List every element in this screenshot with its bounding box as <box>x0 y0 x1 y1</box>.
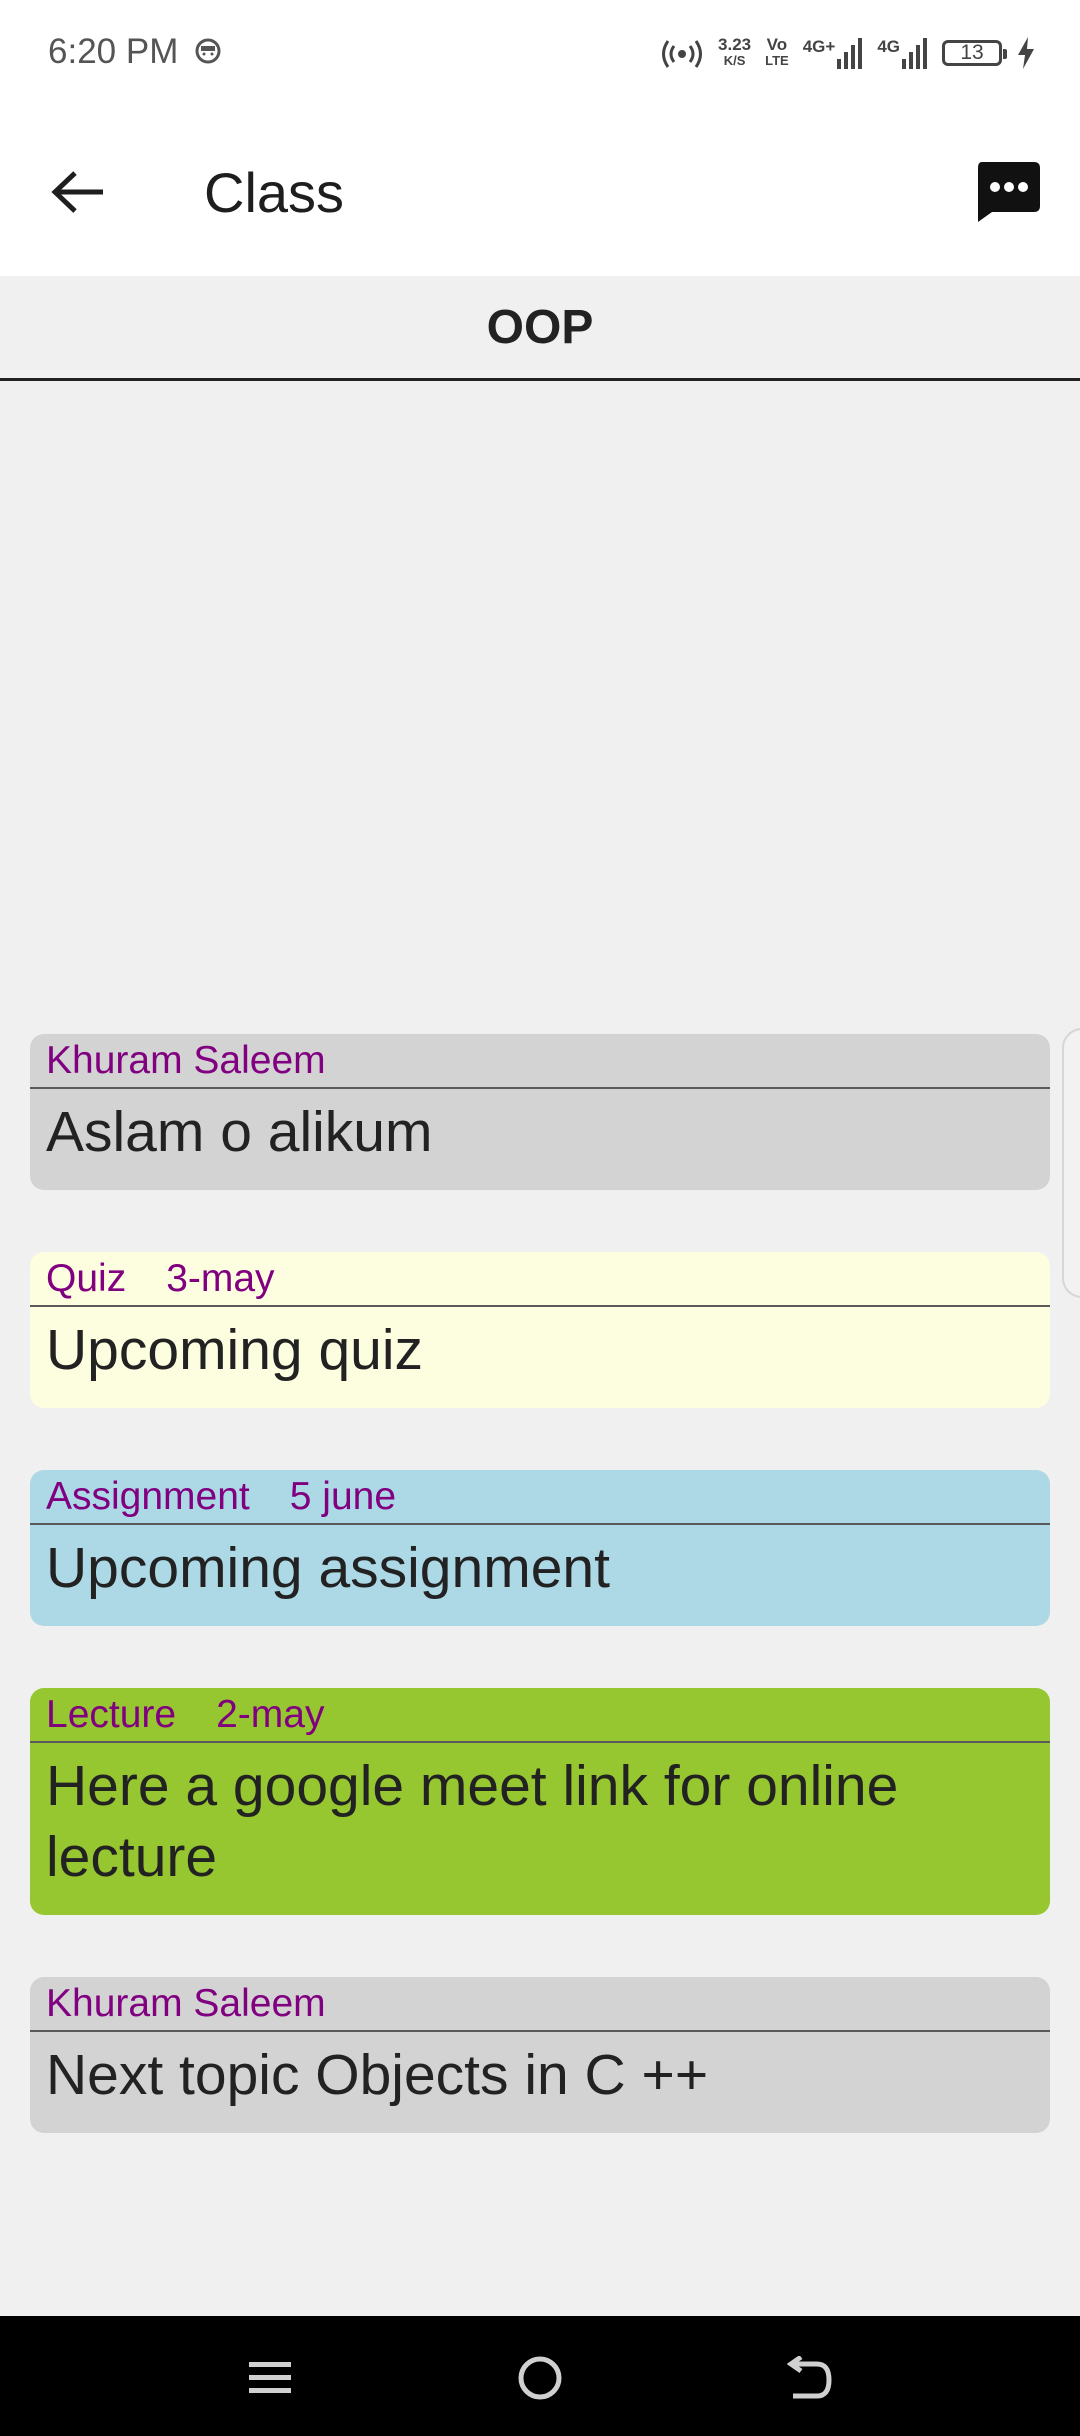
page-title: Class <box>204 161 345 224</box>
post-card[interactable]: Khuram Saleem Next topic Objects in C ++ <box>30 1977 1050 2133</box>
edge-panel-handle[interactable] <box>1062 1028 1080 1298</box>
status-bar: 6:20 PM 3.23 K/S Vo LTE 4G+ 4G 13 <box>0 0 1080 110</box>
post-message: Next topic Objects in C ++ <box>46 2043 709 2107</box>
post-date: 3-may <box>166 1256 275 1300</box>
menu-icon <box>249 2362 291 2393</box>
post-header: Quiz 3-may <box>30 1252 1050 1307</box>
menu-button[interactable] <box>238 2346 302 2410</box>
home-button[interactable] <box>508 2346 572 2410</box>
signal-bars-icon <box>837 38 863 69</box>
status-icons: 3.23 K/S Vo LTE 4G+ 4G 13 <box>660 28 1036 78</box>
charging-bolt-icon <box>1018 37 1034 69</box>
class-name-header: OOP <box>0 276 1080 381</box>
home-circle-icon <box>518 2356 562 2400</box>
post-header: Assignment 5 june <box>30 1470 1050 1525</box>
signal-2: 4G <box>877 37 928 69</box>
network-speed: 3.23 K/S <box>718 35 752 69</box>
chat-bubble-icon <box>978 162 1040 222</box>
signal-1: 4G+ <box>803 37 864 69</box>
post-card[interactable]: Lecture 2-may Here a google meet link fo… <box>30 1688 1050 1915</box>
class-feed: Khuram Saleem Aslam o alikum Quiz 3-may … <box>30 1034 1050 2195</box>
system-nav-bar <box>0 2316 1080 2436</box>
post-type: Quiz <box>46 1256 127 1300</box>
post-header: Lecture 2-may <box>30 1688 1050 1743</box>
face-icon <box>195 38 221 64</box>
post-card[interactable]: Assignment 5 june Upcoming assignment <box>30 1470 1050 1626</box>
post-date: 2-may <box>216 1692 325 1736</box>
status-time: 6:20 PM <box>48 32 179 71</box>
post-card[interactable]: Khuram Saleem Aslam o alikum <box>30 1034 1050 1190</box>
arrow-back-icon <box>51 171 103 213</box>
volte-bottom: LTE <box>765 53 789 68</box>
back-button[interactable] <box>40 154 116 230</box>
battery-level: 13 <box>960 41 984 64</box>
hotspot-icon <box>662 40 703 68</box>
post-message: Aslam o alikum <box>46 1100 433 1164</box>
signal-bars-icon <box>902 38 927 69</box>
volte-indicator: Vo LTE <box>765 35 789 69</box>
return-icon <box>787 2356 832 2399</box>
post-header: Khuram Saleem <box>30 1034 1050 1089</box>
post-message: Upcoming quiz <box>46 1318 424 1382</box>
post-author: Khuram Saleem <box>46 1981 326 2025</box>
post-type: Assignment <box>46 1474 250 1518</box>
network-type-1: 4G+ <box>802 37 836 56</box>
post-date: 5 june <box>289 1474 397 1518</box>
network-speed-value: 3.23 <box>718 35 752 54</box>
post-card[interactable]: Quiz 3-may Upcoming quiz <box>30 1252 1050 1408</box>
post-author: Khuram Saleem <box>46 1038 326 1082</box>
system-back-button[interactable] <box>778 2346 842 2410</box>
post-header: Khuram Saleem <box>30 1977 1050 2032</box>
app-bar: Class <box>0 110 1080 276</box>
post-message: Upcoming assignment <box>46 1536 610 1600</box>
post-message: Here a google meet link for online lectu… <box>46 1754 899 1889</box>
chat-button[interactable] <box>966 152 1050 232</box>
battery-icon: 13 <box>942 40 1007 66</box>
network-speed-unit: K/S <box>723 53 746 68</box>
volte-top: Vo <box>766 35 788 54</box>
network-type-2: 4G <box>877 37 900 56</box>
post-type: Lecture <box>46 1692 177 1736</box>
